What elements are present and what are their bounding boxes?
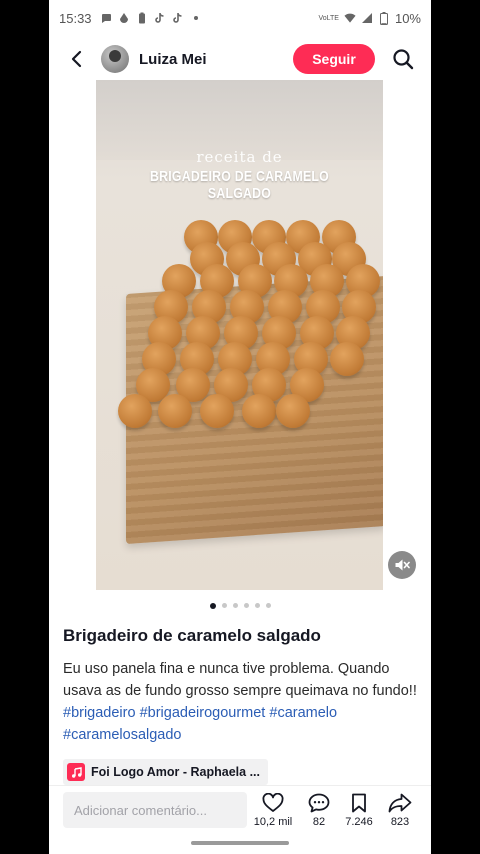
author-username[interactable]: Luiza Mei — [139, 51, 207, 68]
caramel-candy — [276, 394, 310, 428]
music-chip[interactable]: Foi Logo Amor - Raphaela ... — [63, 759, 268, 785]
chevron-left-icon — [71, 50, 82, 68]
comment-bubble-icon — [308, 793, 330, 813]
music-label: Foi Logo Amor - Raphaela ... — [91, 765, 260, 779]
comment-count: 82 — [312, 816, 326, 828]
carousel-dot[interactable] — [232, 603, 238, 608]
comment-input[interactable] — [63, 792, 247, 828]
mute-button[interactable] — [388, 551, 416, 579]
caramel-candy — [158, 394, 192, 428]
search-button[interactable] — [383, 39, 423, 79]
like-count: 10,2 mil — [253, 816, 293, 828]
caramel-candy — [118, 394, 152, 428]
hashtag-link[interactable]: #caramelo — [269, 705, 337, 721]
hashtag-link[interactable]: #brigadeirogourmet — [140, 705, 266, 721]
post-image[interactable]: receita de BRIGADEIRO DE CARAMELO SALGAD… — [96, 80, 383, 590]
search-icon — [393, 49, 414, 70]
carousel-indicator — [49, 602, 431, 609]
volte-label: VoLTE — [318, 14, 339, 22]
drop-icon — [118, 12, 130, 24]
avatar[interactable] — [101, 45, 129, 73]
app-screen: 15:33 VoLTE 10% Luiza Mei Seguir receita… — [49, 0, 431, 854]
battery-saver-icon — [136, 12, 148, 24]
post-description-text: Eu uso panela fina e nunca tive problema… — [63, 661, 417, 699]
like-button[interactable]: 10,2 mil — [253, 793, 293, 828]
post-header: Luiza Mei Seguir — [49, 38, 431, 80]
image-overlay-title: BRIGADEIRO DE CARAMELO SALGADO — [150, 168, 329, 202]
more-notifications-dot-icon — [190, 12, 202, 24]
hashtag-link[interactable]: #brigadeiro — [63, 705, 136, 721]
heart-icon — [262, 793, 284, 812]
share-count: 823 — [390, 816, 410, 828]
carousel-dot[interactable] — [265, 603, 271, 608]
hashtag-link[interactable]: #caramelosalgado — [63, 727, 182, 743]
carousel-dot[interactable] — [243, 603, 249, 608]
follow-button[interactable]: Seguir — [293, 44, 375, 74]
bottom-action-bar: 10,2 mil 82 7.246 823 — [49, 785, 431, 835]
music-note-icon — [67, 763, 85, 781]
tiktok-notification-icon — [154, 12, 166, 24]
hashtag-list: #brigadeiro #brigadeirogourmet #caramelo… — [63, 705, 337, 743]
tiktok-notification-icon-2 — [172, 12, 184, 24]
cell-signal-icon — [361, 12, 373, 24]
battery-percent: 10% — [394, 10, 421, 26]
chat-bubble-icon — [100, 12, 112, 24]
bookmark-icon — [352, 793, 366, 813]
status-time: 15:33 — [59, 10, 92, 26]
wifi-icon — [344, 12, 356, 24]
caramel-candy — [330, 342, 364, 376]
comment-button[interactable]: 82 — [299, 793, 339, 828]
gesture-bar[interactable] — [191, 841, 289, 845]
battery-icon — [378, 11, 390, 25]
save-count: 7.246 — [345, 816, 373, 828]
image-overlay-subtitle: receita de — [196, 148, 283, 166]
speaker-muted-icon — [395, 559, 410, 571]
status-bar: 15:33 VoLTE 10% — [49, 0, 431, 36]
back-button[interactable] — [57, 39, 97, 79]
post-title: Brigadeiro de caramelo salgado — [63, 626, 321, 645]
share-button[interactable]: 823 — [380, 793, 420, 828]
save-button[interactable]: 7.246 — [339, 793, 379, 828]
caramel-candy — [242, 394, 276, 428]
carousel-dot[interactable] — [221, 603, 227, 608]
caramel-candy — [200, 394, 234, 428]
share-arrow-icon — [388, 793, 412, 813]
carousel-dot[interactable] — [209, 602, 216, 609]
carousel-dot[interactable] — [254, 603, 260, 608]
post-description: Eu uso panela fina e nunca tive problema… — [63, 658, 417, 746]
